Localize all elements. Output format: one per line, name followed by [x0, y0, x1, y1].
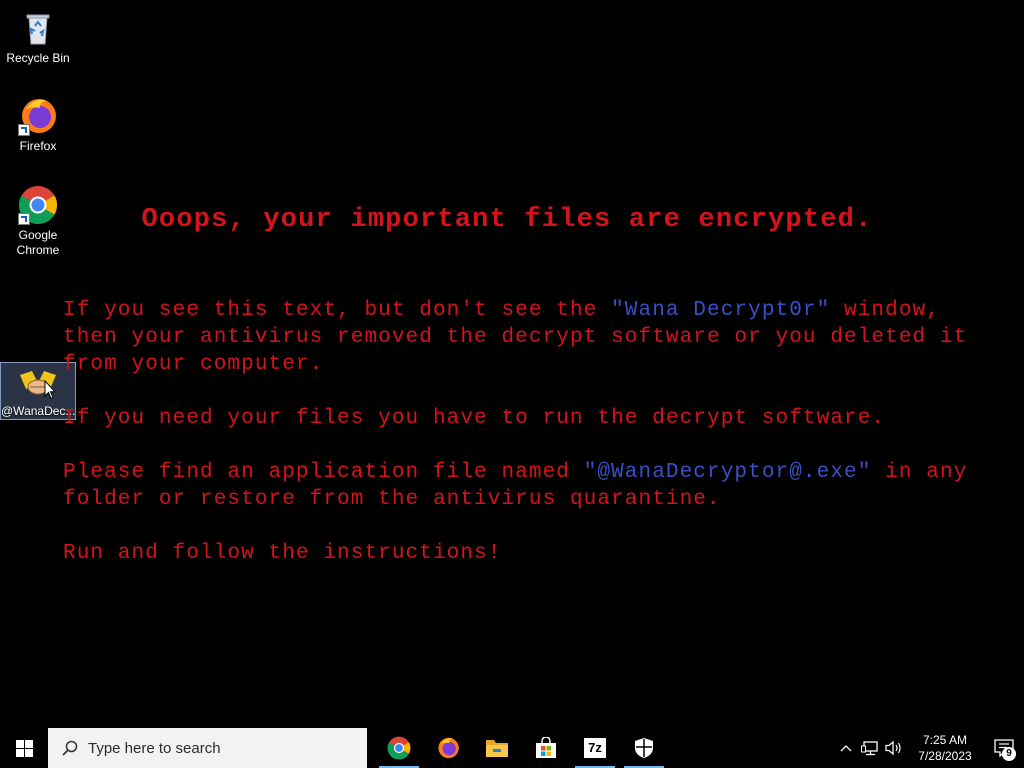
taskbar-chrome[interactable] [375, 728, 423, 768]
system-tray: 7:25 AM 7/28/2023 9 [834, 728, 1024, 768]
search-placeholder: Type here to search [88, 739, 221, 757]
ransom-paragraph-3: Please find an application file named "@… [63, 459, 1003, 513]
taskbar-search-box[interactable]: Type here to search [48, 728, 367, 768]
highlight-file-name: "@WanaDecryptor@.exe" [583, 461, 872, 484]
action-center-button[interactable]: 9 [984, 728, 1024, 768]
speaker-icon [885, 740, 901, 756]
ransom-paragraph-1: If you see this text, but don't see the … [63, 297, 1003, 378]
ransom-paragraph-4: Run and follow the instructions! [63, 542, 502, 565]
firefox-icon [18, 96, 58, 136]
store-icon [536, 737, 556, 758]
firefox-icon [438, 737, 459, 759]
ransom-message: If you see this text, but don't see the … [63, 297, 1003, 594]
ransom-paragraph-2: If you need your files you have to run t… [63, 407, 886, 430]
desktop-icon-firefox[interactable]: Firefox [0, 96, 76, 154]
taskbar-microsoft-store[interactable] [522, 728, 570, 768]
taskbar-7zip[interactable]: 7z [571, 728, 619, 768]
7zip-label: 7z [588, 740, 602, 755]
start-button[interactable] [0, 728, 48, 768]
clock-date: 7/28/2023 [918, 749, 972, 763]
7zip-icon: 7z [584, 738, 606, 758]
taskbar-windows-security[interactable] [620, 728, 668, 768]
network-icon [861, 741, 878, 756]
search-icon [62, 740, 78, 756]
chevron-up-icon [840, 745, 852, 752]
taskbar-file-explorer[interactable] [473, 728, 521, 768]
taskbar-pinned-apps: 7z [375, 728, 669, 768]
shortcut-arrow-icon [18, 124, 30, 136]
ransom-text: If you see this text, but don't see the [63, 299, 612, 322]
windows-logo-icon [15, 739, 33, 757]
mouse-cursor-icon [44, 379, 57, 404]
show-hidden-icons-button[interactable] [834, 728, 858, 768]
taskbar-firefox[interactable] [424, 728, 472, 768]
desktop-icon-recycle-bin[interactable]: Recycle Bin [0, 8, 76, 66]
highlight-app-name: "Wana Decrypt0r" [611, 299, 831, 322]
recycle-bin-icon [18, 8, 58, 48]
file-explorer-icon [486, 740, 508, 757]
desktop-icon-label: Recycle Bin [6, 51, 70, 65]
ransom-text: Please find an application file named [63, 461, 584, 484]
notification-count-badge: 9 [1002, 747, 1016, 761]
ransom-title: Ooops, your important files are encrypte… [141, 205, 873, 235]
network-button[interactable] [858, 728, 882, 768]
chrome-icon [387, 736, 411, 760]
taskbar-clock[interactable]: 7:25 AM 7/28/2023 [910, 732, 980, 764]
security-icon [635, 738, 653, 758]
clock-time: 7:25 AM [922, 733, 968, 747]
volume-button[interactable] [882, 728, 906, 768]
taskbar: Type here to search 7z 7:25 AM 7/28/2023… [0, 728, 1024, 768]
desktop-icon-label: Firefox [19, 139, 57, 153]
